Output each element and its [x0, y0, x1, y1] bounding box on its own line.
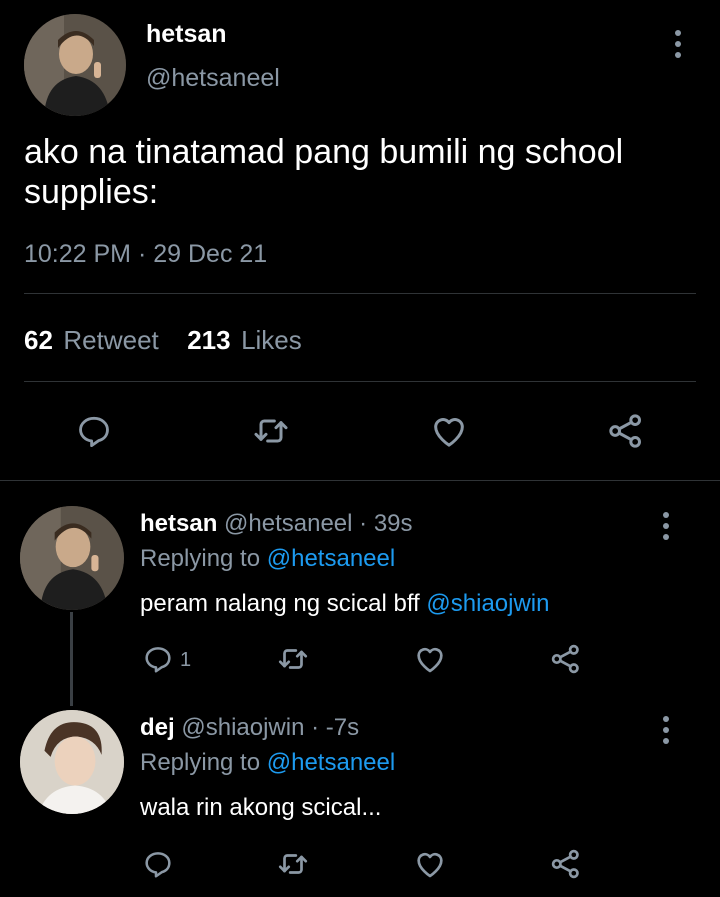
- tweet-timestamp: 10:22 PM · 29 Dec 21: [24, 240, 267, 269]
- share-icon[interactable]: [604, 409, 648, 453]
- replying-to-label: Replying to: [140, 749, 261, 776]
- reply-more-options-icon[interactable]: [656, 710, 676, 750]
- reply-author-avatar[interactable]: [20, 506, 124, 610]
- main-author-avatar[interactable]: [24, 14, 126, 116]
- reply-text: wala rin akong scical...: [140, 794, 382, 821]
- reply-icon[interactable]: [141, 847, 175, 881]
- divider: [0, 480, 720, 481]
- reply-author-handle[interactable]: @hetsaneel: [224, 510, 352, 537]
- reply-time: · 39s: [359, 510, 413, 537]
- retweet-count[interactable]: 62: [24, 325, 53, 355]
- heart-icon[interactable]: [413, 847, 447, 881]
- reply-author-name[interactable]: hetsan: [140, 510, 217, 537]
- replying-to-line: Replying to @hetsaneel: [140, 749, 395, 777]
- reply-icon[interactable]: [72, 409, 116, 453]
- reply-time: · -7s: [311, 714, 360, 741]
- meta-separator: ·: [137, 240, 147, 268]
- reply-author-handle[interactable]: @shiaojwin: [181, 714, 304, 741]
- heart-icon[interactable]: [413, 642, 447, 676]
- tweet-stats: 62 Retweet 213 Likes: [24, 325, 302, 356]
- share-icon[interactable]: [549, 642, 583, 676]
- tweet-time: 10:22 PM: [24, 240, 132, 268]
- main-author-handle[interactable]: @hetsaneel: [146, 64, 280, 93]
- main-author-name[interactable]: hetsan: [146, 20, 227, 49]
- likes-count[interactable]: 213: [187, 325, 230, 355]
- reply-text: peram nalang ng scical bff @shiaojwin: [140, 590, 550, 618]
- reply-count: 1: [180, 649, 192, 671]
- reply-icon[interactable]: [141, 642, 175, 676]
- replying-to-line: Replying to @hetsaneel: [140, 545, 395, 573]
- main-more-options-icon[interactable]: [668, 24, 688, 64]
- thread-connector: [70, 612, 73, 706]
- replying-to-link[interactable]: @hetsaneel: [267, 749, 395, 776]
- heart-icon[interactable]: [427, 409, 471, 453]
- share-icon[interactable]: [549, 847, 583, 881]
- mention-link[interactable]: @shiaojwin: [426, 590, 549, 617]
- retweet-icon[interactable]: [276, 847, 310, 881]
- reply-author-avatar[interactable]: [20, 710, 124, 814]
- replying-to-label: Replying to: [140, 545, 261, 572]
- divider: [24, 293, 696, 294]
- replying-to-link[interactable]: @hetsaneel: [267, 545, 395, 572]
- reply-header: dej @shiaojwin · -7s: [140, 714, 359, 742]
- reply-header: hetsan @hetsaneel · 39s: [140, 510, 413, 538]
- reply-author-name[interactable]: dej: [140, 714, 175, 741]
- retweet-icon[interactable]: [276, 642, 310, 676]
- main-tweet-text: ako na tinatamad pang bumili ng school s…: [24, 133, 624, 211]
- retweet-label[interactable]: Retweet: [63, 325, 158, 355]
- retweet-icon[interactable]: [249, 409, 293, 453]
- divider: [24, 381, 696, 382]
- tweet-date: 29 Dec 21: [153, 240, 268, 268]
- reply-body: peram nalang ng scical bff: [140, 590, 420, 617]
- likes-label[interactable]: Likes: [241, 325, 302, 355]
- reply-more-options-icon[interactable]: [656, 506, 676, 546]
